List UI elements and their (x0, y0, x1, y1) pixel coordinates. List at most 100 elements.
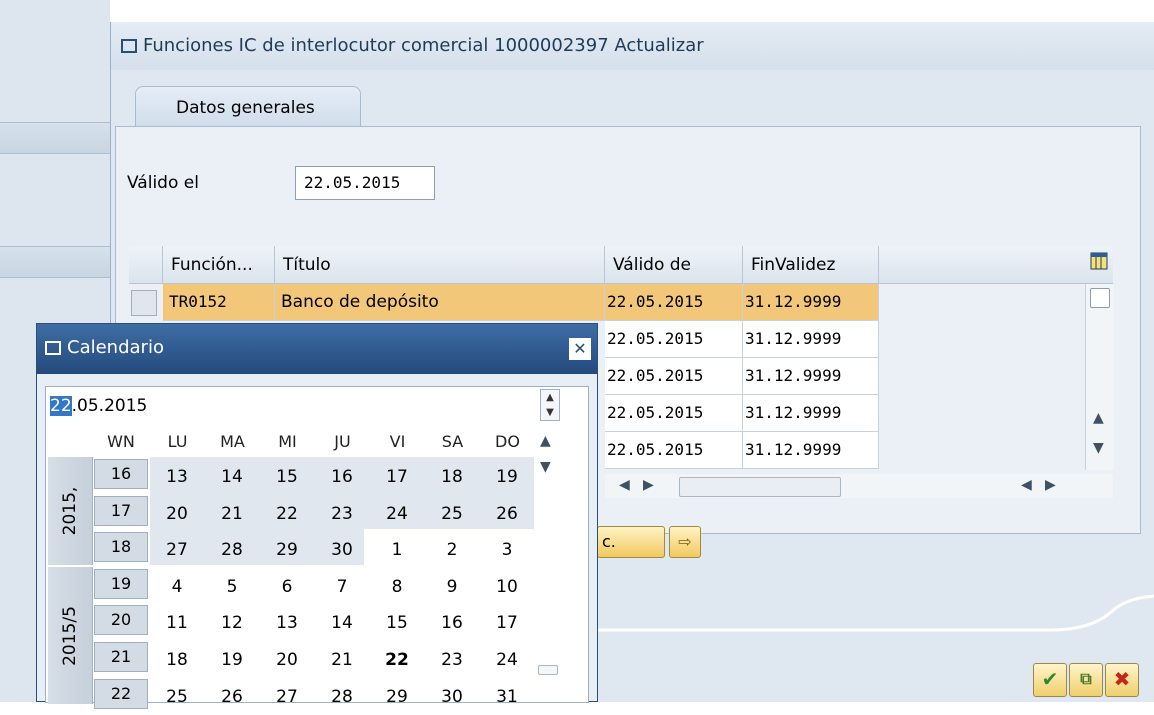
table-cell-valid-from[interactable]: 22.05.2015 (605, 395, 743, 432)
copy-icon[interactable]: ⧉ (1069, 663, 1103, 697)
calendar-day[interactable]: 28 (323, 679, 361, 715)
calendar-day[interactable]: 28 (213, 532, 251, 568)
calendar-day[interactable]: 16 (323, 459, 361, 495)
calendar-day[interactable]: 10 (488, 569, 526, 605)
valid-on-input[interactable]: 22.05.2015 (295, 166, 435, 200)
calendar-day[interactable]: 14 (323, 605, 361, 641)
calendar-day[interactable]: 19 (488, 459, 526, 495)
calendar-day[interactable]: 1 (378, 532, 416, 568)
scroll-up-icon[interactable]: ▲ (540, 433, 551, 449)
scroll-up-icon[interactable]: ▲ (1093, 410, 1104, 426)
calendar-day[interactable]: 25 (433, 496, 471, 532)
calendar-day[interactable]: 26 (488, 496, 526, 532)
calendar-day[interactable]: 22 (268, 496, 306, 532)
weekday-header: MA (220, 432, 245, 451)
column-settings-icon[interactable] (1085, 246, 1113, 284)
calendar-day[interactable]: 17 (378, 459, 416, 495)
table-cell-valid-from[interactable]: 22.05.2015 (605, 358, 743, 395)
table-cell-valid-to[interactable]: 31.12.9999 (743, 358, 879, 395)
calendar-day[interactable]: 23 (433, 642, 471, 678)
column-header-function[interactable]: Función... (163, 246, 275, 284)
week-number[interactable]: 16 (94, 459, 148, 489)
partial-action-button[interactable]: c. (597, 526, 665, 558)
calendar-day[interactable]: 30 (323, 532, 361, 568)
calendar-day[interactable]: 4 (158, 569, 196, 605)
calendar-day[interactable]: 14 (213, 459, 251, 495)
calendar-day[interactable]: 2 (433, 532, 471, 568)
calendar-day[interactable]: 18 (158, 642, 196, 678)
calendar-day[interactable]: 21 (323, 642, 361, 678)
calendar-day[interactable]: 7 (323, 569, 361, 605)
calendar-date-input[interactable]: 22.05.2015 (48, 389, 530, 423)
calendar-day[interactable]: 6 (268, 569, 306, 605)
calendar-day[interactable]: 27 (268, 679, 306, 715)
transfer-icon[interactable]: ⇨ (669, 526, 701, 558)
calendar-day[interactable]: 27 (158, 532, 196, 568)
calendar-day[interactable]: 20 (158, 496, 196, 532)
row-selector[interactable] (131, 290, 157, 316)
table-cell-valid-from[interactable]: 22.05.2015 (605, 432, 743, 469)
scroll-down-icon[interactable]: ▼ (1093, 440, 1104, 456)
week-number[interactable]: 19 (94, 568, 148, 599)
calendar-day-selected[interactable]: 22 (378, 642, 416, 678)
calendar-day[interactable]: 24 (488, 642, 526, 678)
table-cell-function[interactable]: TR0152 (163, 284, 275, 321)
week-number[interactable]: 21 (94, 642, 148, 672)
close-icon[interactable]: ✕ (569, 338, 591, 360)
table-cell-valid-to[interactable]: 31.12.9999 (743, 284, 879, 321)
calendar-day[interactable]: 29 (268, 532, 306, 568)
calendar-day[interactable]: 19 (213, 642, 251, 678)
column-header-valid-to[interactable]: FinValidez (743, 246, 879, 284)
calendar-day[interactable]: 13 (158, 459, 196, 495)
scroll-thumb[interactable] (1090, 288, 1110, 308)
calendar-day[interactable]: 30 (433, 679, 471, 715)
week-number[interactable]: 18 (94, 532, 148, 563)
h-scroll-thumb[interactable] (679, 477, 841, 497)
calendar-day[interactable]: 29 (378, 679, 416, 715)
confirm-check-icon[interactable]: ✔ (1033, 663, 1067, 697)
column-header-title[interactable]: Título (275, 246, 605, 284)
scroll-right-icon[interactable]: ▶ (643, 477, 654, 493)
table-cell-valid-from[interactable]: 22.05.2015 (605, 321, 743, 358)
calendar-day[interactable]: 3 (488, 532, 526, 568)
calendar-day[interactable]: 25 (158, 679, 196, 715)
table-cell-valid-to[interactable]: 31.12.9999 (743, 321, 879, 358)
calendar-day[interactable]: 5 (213, 569, 251, 605)
calendar-day[interactable]: 31 (488, 679, 526, 715)
week-number[interactable]: 22 (94, 678, 148, 709)
calendar-day[interactable]: 16 (433, 605, 471, 641)
calendar-day[interactable]: 20 (268, 642, 306, 678)
calendar-day[interactable]: 15 (378, 605, 416, 641)
scroll-left-icon[interactable]: ◀ (1021, 477, 1032, 493)
calendar-day[interactable]: 26 (213, 679, 251, 715)
calendar-scroll-thumb[interactable] (538, 665, 558, 675)
calendar-day[interactable]: 18 (433, 459, 471, 495)
calendar-day[interactable]: 24 (378, 496, 416, 532)
select-all-header[interactable] (129, 246, 163, 284)
calendar-day[interactable]: 13 (268, 605, 306, 641)
calendar-day[interactable]: 12 (213, 605, 251, 641)
calendar-scrollbar[interactable]: ▲ ▼ (534, 427, 564, 704)
table-cell-title[interactable]: Banco de depósito (275, 284, 605, 321)
column-header-valid-from[interactable]: Válido de (605, 246, 743, 284)
table-cell-valid-to[interactable]: 31.12.9999 (743, 432, 879, 469)
scroll-right-icon[interactable]: ▶ (1045, 477, 1056, 493)
table-vertical-scrollbar[interactable]: ▲ ▼ (1085, 284, 1114, 470)
cancel-x-icon[interactable]: ✖ (1105, 663, 1139, 697)
table-cell-valid-to[interactable]: 31.12.9999 (743, 395, 879, 432)
tab-datos-generales[interactable]: Datos generales (135, 86, 361, 128)
week-number[interactable]: 20 (94, 605, 148, 636)
scroll-down-icon[interactable]: ▼ (540, 459, 551, 475)
calendar-day[interactable]: 11 (158, 605, 196, 641)
calendar-day[interactable]: 23 (323, 496, 361, 532)
table-cell-valid-from[interactable]: 22.05.2015 (605, 284, 743, 321)
calendar-day[interactable]: 21 (213, 496, 251, 532)
calendar-day[interactable]: 15 (268, 459, 306, 495)
calendar-day[interactable]: 8 (378, 569, 416, 605)
table-horizontal-scrollbar[interactable]: ◀ ▶ ◀ ▶ (605, 474, 1113, 498)
date-spinner[interactable]: ▲ ▼ (540, 389, 560, 421)
scroll-left-icon[interactable]: ◀ (619, 477, 630, 493)
calendar-day[interactable]: 9 (433, 569, 471, 605)
week-number[interactable]: 17 (94, 495, 148, 526)
calendar-day[interactable]: 17 (488, 605, 526, 641)
